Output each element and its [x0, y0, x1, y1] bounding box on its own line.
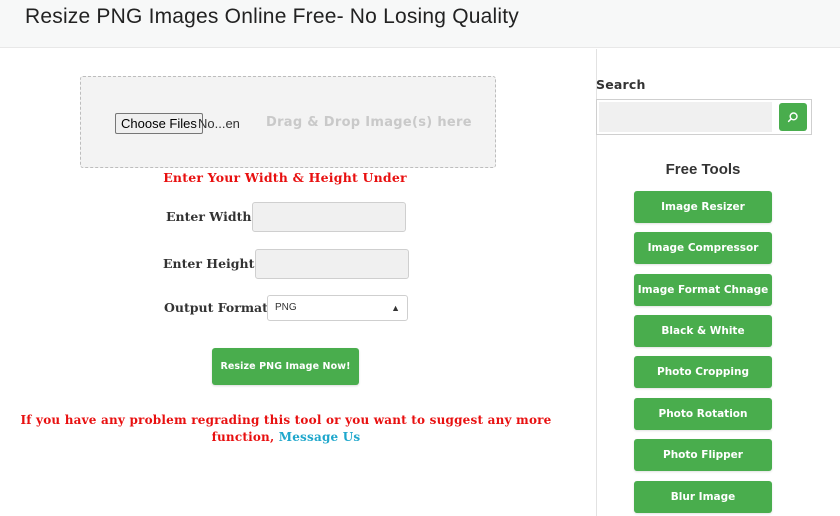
height-input[interactable] — [255, 249, 409, 279]
width-label: Enter Width: — [166, 209, 257, 224]
tool-photo-cropping-button[interactable]: Photo Cropping — [634, 356, 772, 388]
search-button[interactable] — [779, 103, 807, 131]
output-format-value: PNG — [275, 302, 297, 313]
width-input[interactable] — [252, 202, 406, 232]
page-header: Resize PNG Images Online Free- No Losing… — [0, 0, 840, 48]
search-input[interactable] — [599, 102, 772, 132]
tool-blur-image-button[interactable]: Blur Image — [634, 481, 772, 513]
tool-black-white-button[interactable]: Black & White — [634, 315, 772, 347]
message-us-link[interactable]: Message Us — [279, 430, 361, 444]
search-box — [596, 99, 812, 135]
format-label: Output Format: — [164, 300, 273, 315]
select-arrows-icon: ▲ — [391, 303, 400, 313]
search-icon — [787, 112, 798, 123]
search-heading: Search — [596, 77, 646, 92]
upload-dropzone[interactable]: Choose Files No...en Drag & Drop Image(s… — [80, 76, 496, 168]
output-format-select[interactable]: PNG ▲ — [267, 295, 408, 321]
tool-photo-flipper-button[interactable]: Photo Flipper — [634, 439, 772, 471]
choose-files-button[interactable]: Choose Files — [115, 113, 203, 134]
height-label: Enter Height: — [163, 256, 260, 271]
problem-note: If you have any problem regrading this t… — [20, 412, 552, 446]
resize-button[interactable]: Resize PNG Image Now! — [212, 348, 359, 385]
size-instruction: Enter Your Width & Height Under — [163, 170, 407, 185]
file-status-text: No...en — [198, 116, 240, 131]
drop-hint: Drag & Drop Image(s) here — [266, 115, 472, 130]
tool-photo-rotation-button[interactable]: Photo Rotation — [634, 398, 772, 430]
page-title: Resize PNG Images Online Free- No Losing… — [25, 5, 519, 28]
tool-image-compressor-button[interactable]: Image Compressor — [634, 232, 772, 264]
free-tools-heading: Free Tools — [665, 161, 741, 178]
tool-image-resizer-button[interactable]: Image Resizer — [634, 191, 772, 223]
tool-image-format-change-button[interactable]: Image Format Chnage — [634, 274, 772, 306]
